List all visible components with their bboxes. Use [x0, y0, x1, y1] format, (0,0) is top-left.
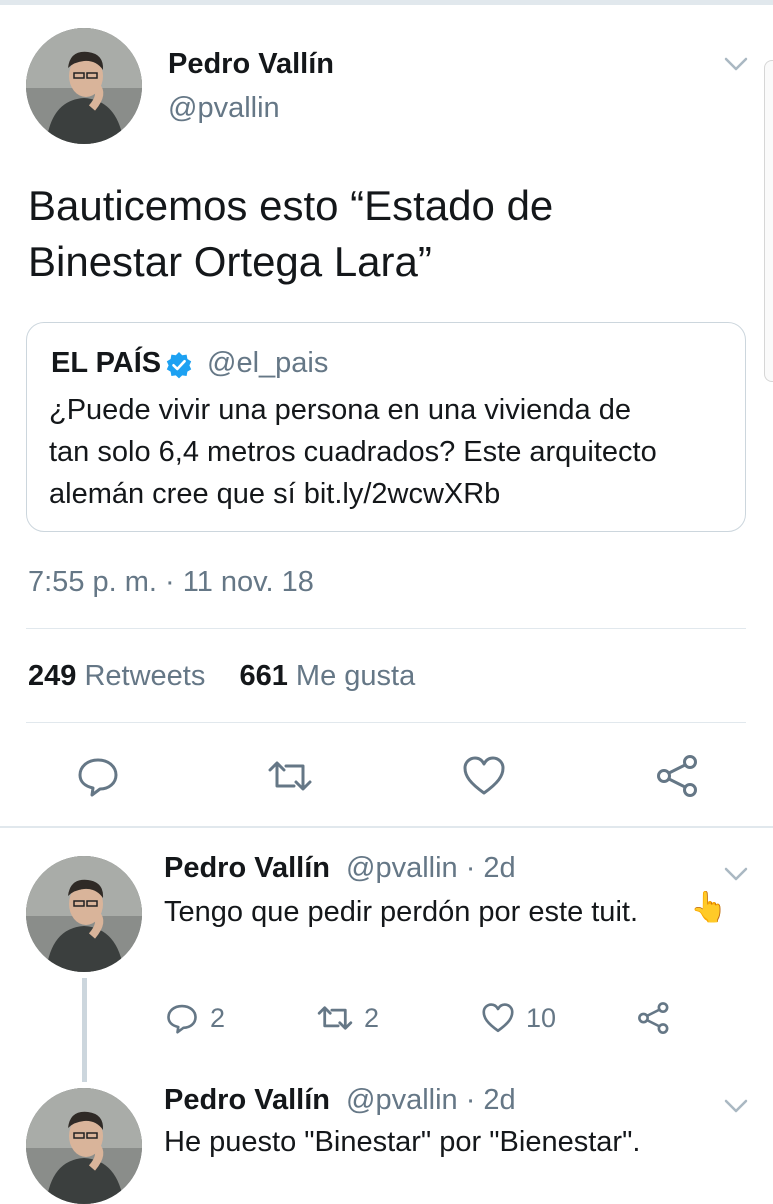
top-edge — [0, 0, 773, 5]
reply-icon — [167, 1004, 197, 1034]
reply-text: Tengo que pedir perdón por este tuit. — [164, 896, 638, 928]
quoted-author-name: EL PAÍS — [51, 347, 162, 379]
reply-author-name[interactable]: Pedro Vallín — [164, 852, 330, 885]
likes-stat[interactable]: 661 Me gusta — [239, 660, 415, 692]
retweets-label: Retweets — [84, 660, 206, 692]
avatar[interactable] — [26, 28, 142, 144]
share-icon — [638, 1002, 669, 1034]
retweets-count: 249 — [28, 660, 77, 692]
quoted-text-line: tan solo 6,4 metros cuadrados? Este arqu… — [49, 436, 657, 468]
verified-badge-icon — [166, 352, 192, 379]
quoted-text-line: alemán cree que sí bit.ly/2wcwXRb — [49, 478, 501, 510]
engagement-stats: 249 Retweets 661 Me gusta — [28, 660, 415, 693]
retweet-action[interactable]: 2 — [316, 998, 379, 1038]
reply-count: 2 — [210, 1002, 226, 1033]
author-handle[interactable]: @pvallin — [168, 92, 280, 125]
tweet-text-line: Bauticemos esto “Estado de — [28, 182, 554, 229]
retweets-stat[interactable]: 249 Retweets — [28, 660, 205, 692]
divider — [26, 628, 746, 629]
quoted-author-handle: @el_pais — [207, 347, 329, 379]
quoted-tweet-text: ¿Puede vivir una persona en una vivienda… — [49, 389, 739, 515]
quoted-tweet-card[interactable]: EL PAÍS @el_pais ¿Puede vivir una person… — [26, 322, 746, 532]
reply-icon[interactable] — [74, 752, 122, 800]
reply-action[interactable]: 2 — [164, 998, 225, 1038]
likes-count: 661 — [239, 660, 288, 692]
likes-label: Me gusta — [295, 660, 416, 692]
scrollbar[interactable] — [764, 60, 773, 382]
chevron-down-icon[interactable] — [722, 54, 750, 74]
author-name[interactable]: Pedro Vallín — [168, 48, 334, 81]
avatar[interactable] — [26, 856, 142, 972]
divider — [26, 722, 746, 723]
like-heart-icon[interactable] — [460, 752, 508, 800]
share-action[interactable] — [636, 998, 672, 1038]
reply-text: He puesto "Binestar" por "Bienestar". — [164, 1126, 641, 1158]
like-heart-icon — [482, 1003, 514, 1033]
tweet-text: Bauticemos esto “Estado de Binestar Orte… — [28, 178, 748, 290]
reply-handle-time[interactable]: @pvallin · 2d — [346, 1084, 516, 1117]
thread-connector — [82, 978, 87, 1082]
like-count: 10 — [526, 1002, 557, 1033]
chevron-down-icon[interactable] — [722, 1096, 750, 1116]
pointing-up-emoji: 👆 — [690, 891, 728, 924]
retweet-count: 2 — [364, 1002, 380, 1033]
retweet-icon — [317, 1006, 353, 1030]
section-separator — [0, 826, 773, 828]
tweet-text-line: Binestar Ortega Lara” — [28, 238, 432, 285]
retweet-icon[interactable] — [266, 752, 314, 800]
share-icon[interactable] — [654, 752, 702, 800]
quoted-text-line: ¿Puede vivir una persona en una vivienda… — [49, 394, 631, 426]
tweet-timestamp[interactable]: 7:55 p. m. · 11 nov. 18 — [28, 566, 314, 599]
chevron-down-icon[interactable] — [722, 864, 750, 884]
reply-handle-time[interactable]: @pvallin · 2d — [346, 852, 516, 885]
like-action[interactable]: 10 — [480, 998, 556, 1038]
reply-author-name[interactable]: Pedro Vallín — [164, 1084, 330, 1117]
avatar[interactable] — [26, 1088, 142, 1204]
